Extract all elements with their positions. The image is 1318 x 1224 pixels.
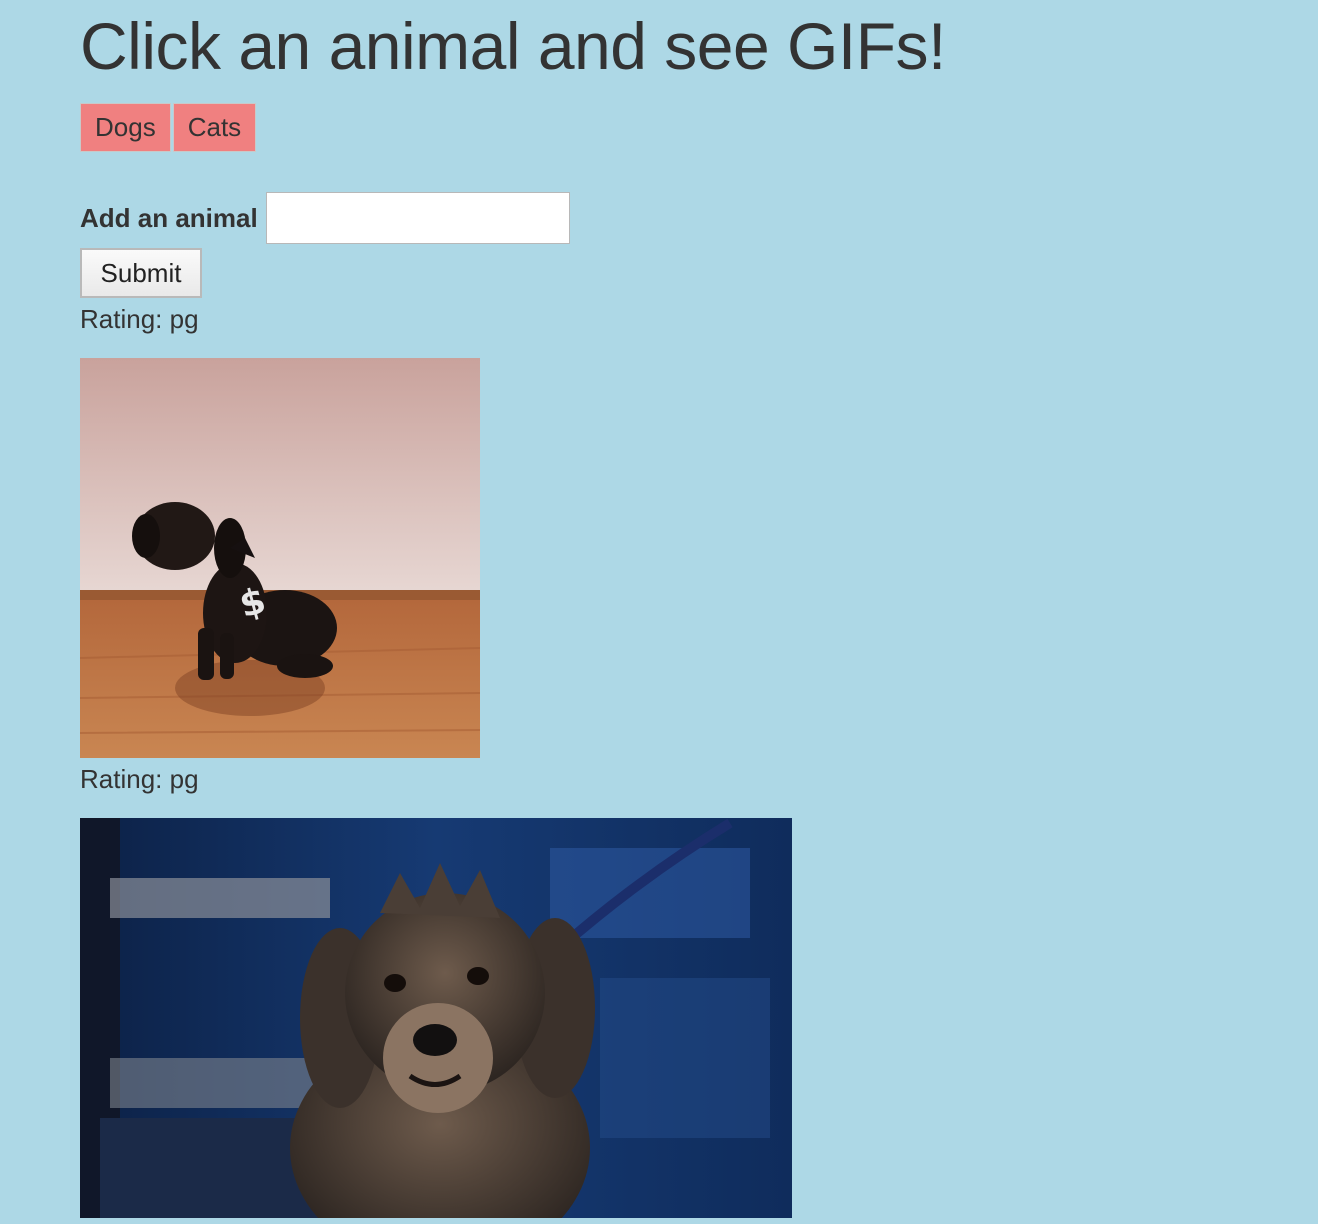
dachshund-gif-graphic: $ (80, 358, 480, 758)
submit-button[interactable]: Submit (80, 248, 202, 298)
page-title: Click an animal and see GIFs! (80, 9, 946, 83)
gif-image-dachshund[interactable]: $ (80, 358, 480, 758)
add-animal-input[interactable] (265, 192, 570, 244)
add-animal-form: Add an animal Submit (80, 192, 570, 298)
gif-image-terrier[interactable] (80, 818, 792, 1218)
animal-button-group: Dogs Cats (80, 103, 257, 152)
gif-rating: Rating: pg (80, 764, 199, 794)
gif-rating: Rating: pg (80, 304, 199, 334)
add-animal-label: Add an animal (80, 202, 258, 233)
animal-button-cats[interactable]: Cats (172, 103, 257, 152)
terrier-gif-graphic (80, 818, 792, 1218)
add-animal-row: Add an animal (80, 192, 570, 244)
animal-button-dogs[interactable]: Dogs (80, 103, 171, 152)
